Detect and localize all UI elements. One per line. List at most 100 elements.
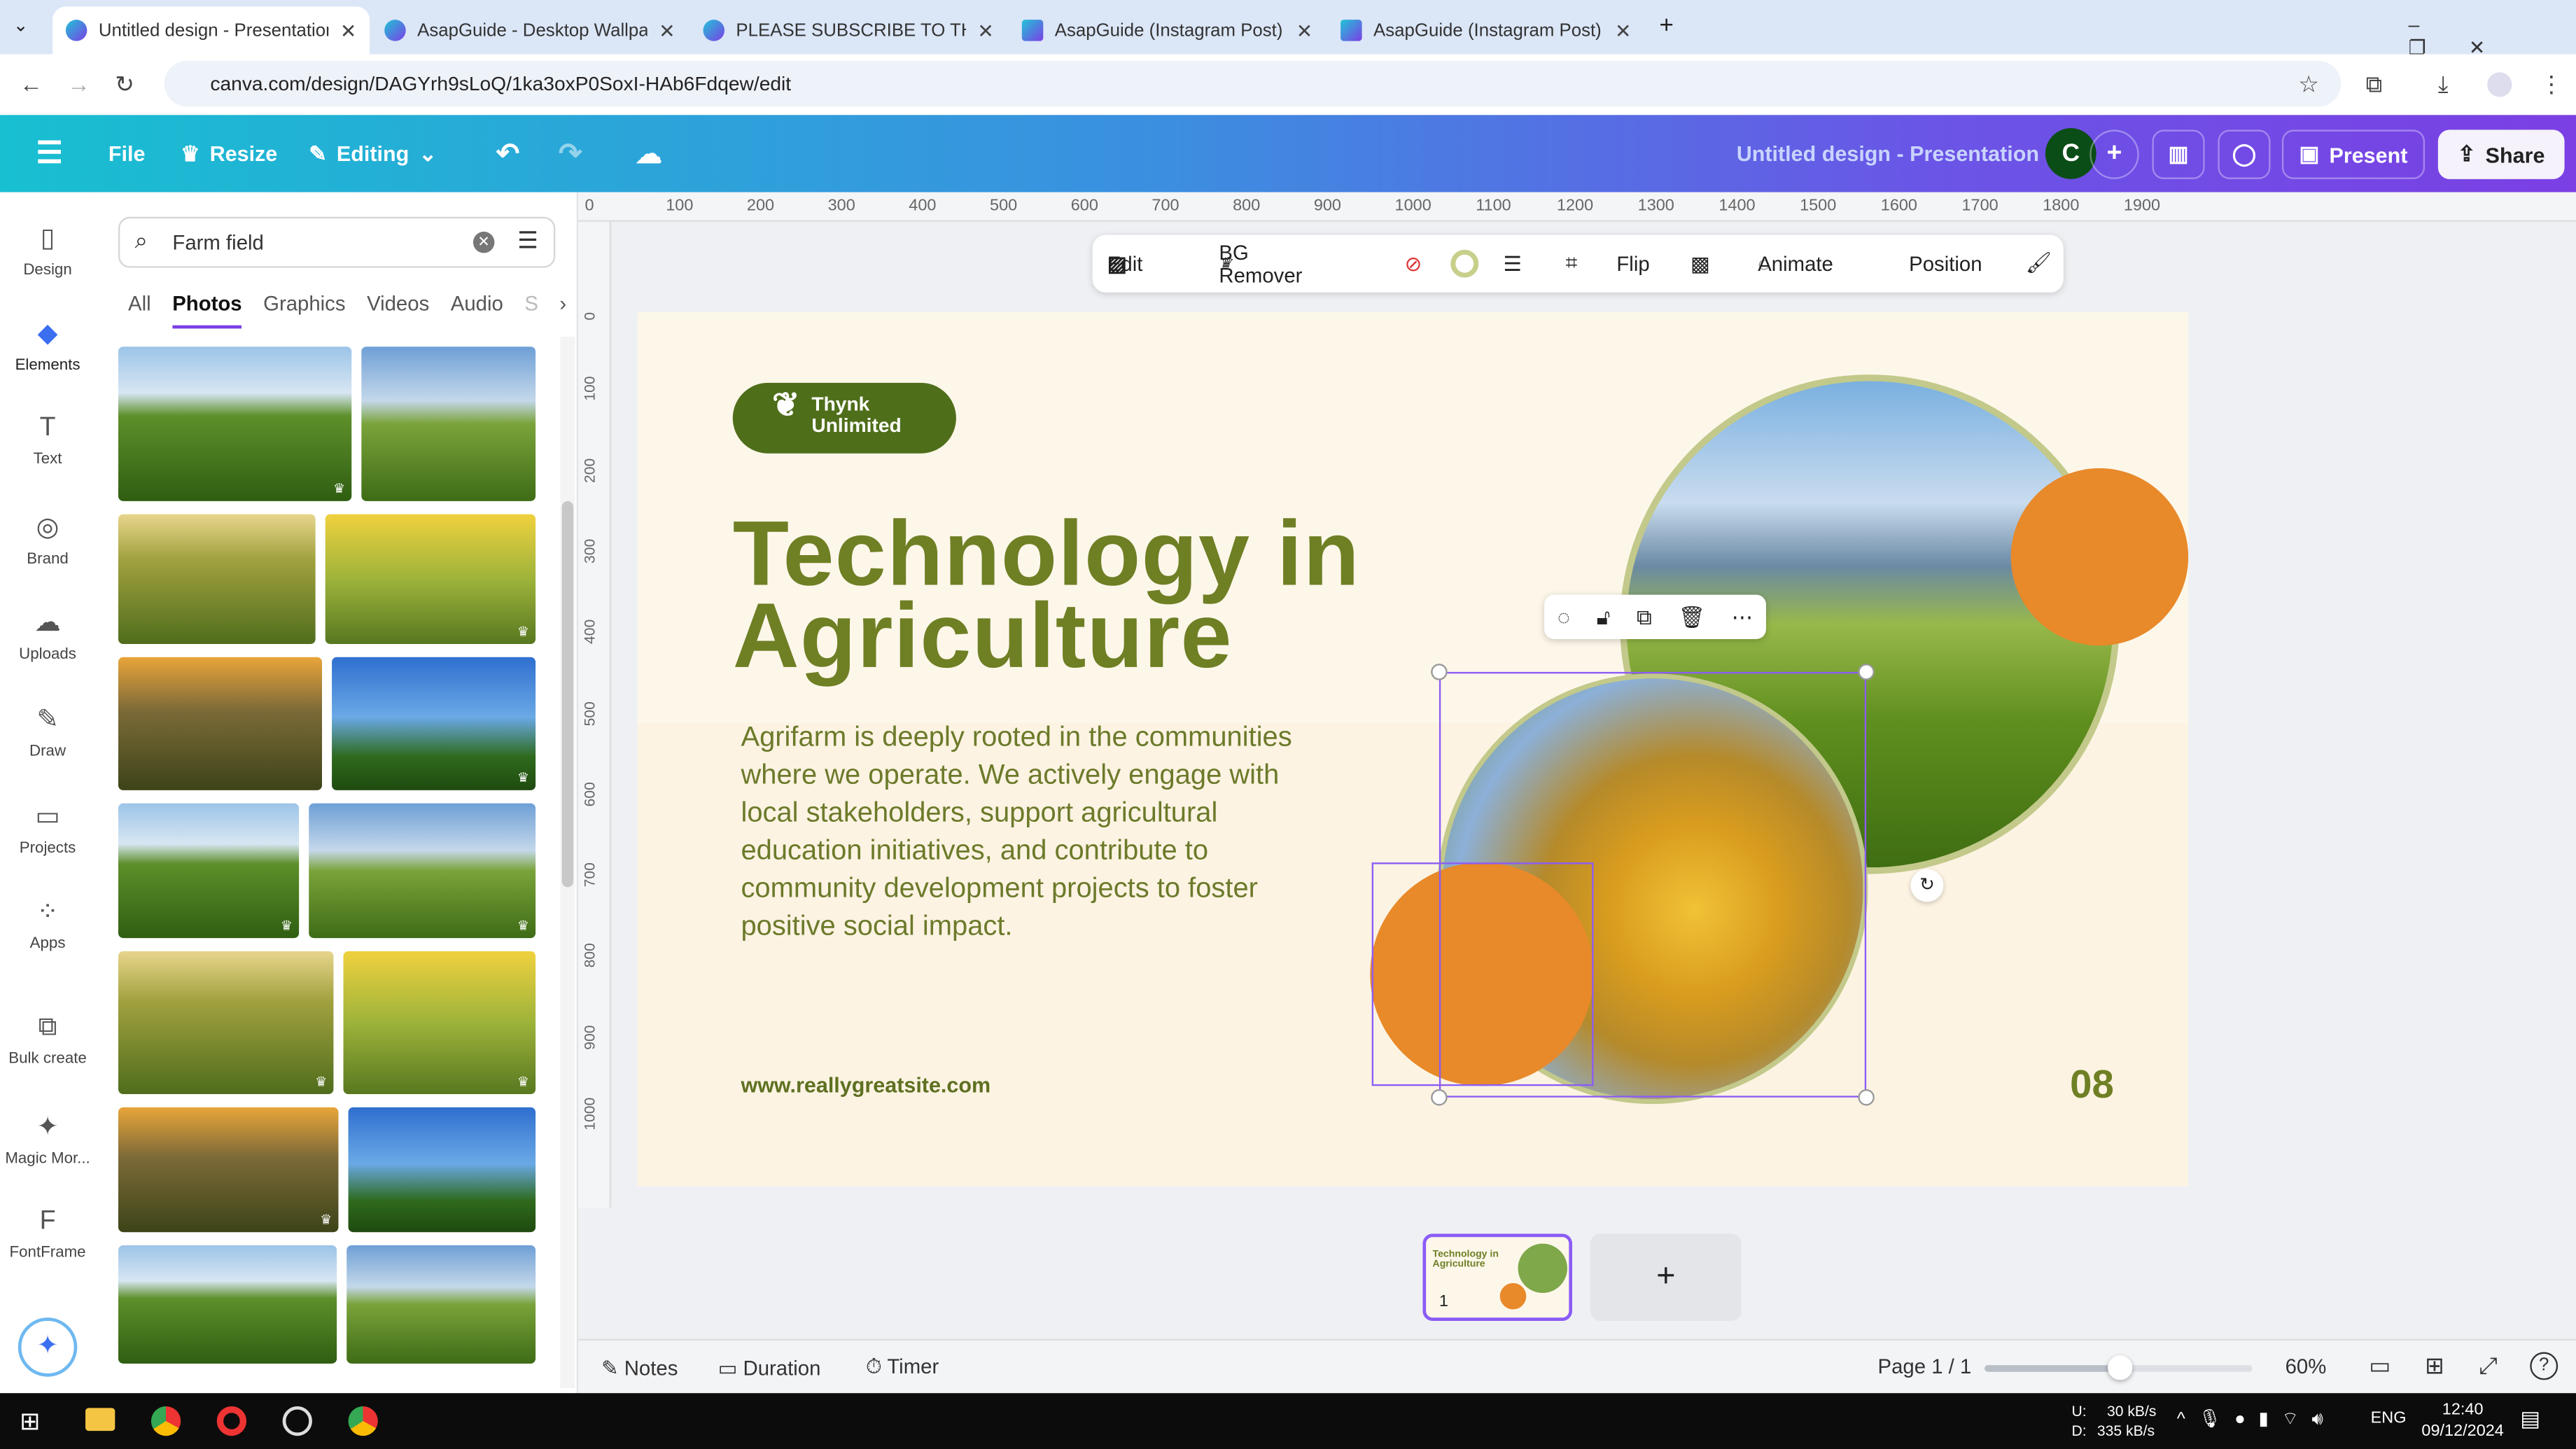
share-button[interactable]: ⇪ Share [2437,130,2565,179]
add-page-button[interactable]: + [1590,1233,1742,1321]
file-menu[interactable]: File [108,115,146,192]
clock[interactable]: 12:40 09/12/2024 [2421,1400,2503,1443]
resize-handle[interactable] [1431,664,1448,680]
comment-icon[interactable]: ◯ [2218,130,2271,179]
slide-website[interactable]: www.reallygreatsite.com [741,1073,990,1098]
browser-tab[interactable]: AsapGuide - Desktop Wallpape ✕ [371,6,688,54]
browser-tab[interactable]: PLEASE SUBSCRIBE TO THIS CH✕ [690,6,1007,54]
notifications-icon[interactable]: ▤ [2520,1406,2540,1433]
cloud-saved-icon[interactable]: ☁ [636,115,662,192]
url-input[interactable]: canva.com/design/DAGYrh9sLoQ/1ka3oxP0Sox… [164,60,2342,107]
rail-item-design[interactable]: ▯ Design [0,222,95,279]
photo-thumbnail[interactable] [361,346,536,501]
window-controls[interactable]: –❐✕ [2409,13,2576,59]
rail-item-text[interactable]: T Text [0,414,95,468]
grid-view-icon[interactable]: ⊞ [2425,1352,2444,1380]
extensions-icon[interactable]: ⧉ [2366,71,2382,99]
profile-avatar[interactable] [2487,72,2512,97]
zoom-level[interactable]: 60% [2286,1355,2327,1378]
insights-chart-icon[interactable]: ▥ [2152,130,2205,179]
photo-thumbnail[interactable]: ♛ [343,951,536,1095]
photo-thumbnail[interactable]: ♛ [118,803,300,939]
slide-title[interactable]: Technology in Agriculture [733,507,1360,681]
comment-add-icon[interactable]: ◌ [1558,605,1570,629]
app-icon[interactable] [282,1406,312,1436]
duplicate-icon[interactable]: ⧉ [1637,604,1652,631]
back-icon[interactable]: ← [20,71,43,97]
browser-tab[interactable]: AsapGuide (Instagram Post) - Y✕ [1009,6,1326,54]
duration-button[interactable]: ▭ Duration [718,1355,821,1380]
photo-thumbnail[interactable]: ♛ [118,1107,339,1233]
undo-icon[interactable]: ↶ [496,115,519,192]
reload-icon[interactable]: ↻ [115,71,134,99]
recorder-icon[interactable] [216,1406,247,1436]
menu-icon[interactable]: ⋮ [2540,71,2563,99]
bg-remover-button[interactable]: BG Remover ♛ [1219,241,1302,287]
chrome-icon[interactable] [348,1406,378,1436]
close-tab-icon[interactable]: ✕ [659,19,676,42]
tab-photos[interactable]: Photos [172,293,242,329]
browser-tab[interactable]: AsapGuide (Instagram Post) (A ✕ [1327,6,1644,54]
chrome-icon[interactable] [150,1406,181,1436]
slide[interactable]: ❦ Thynk Unlimited Technology in Agricultu… [637,312,2189,1186]
rail-item-draw[interactable]: ✎ Draw [0,703,95,760]
border-color-icon[interactable]: ⊘ [1405,251,1422,276]
delete-icon[interactable]: 🗑︎ [1678,604,1705,631]
photo-thumbnail[interactable]: ♛ [118,346,352,501]
shadow-color-swatch[interactable] [1450,249,1479,278]
tray-icons[interactable]: ^🎙︎●▮⌔🔊︎ [2177,1408,2337,1431]
copy-style-icon[interactable]: 🖌 [2026,251,2052,276]
document-title[interactable]: Untitled design - Presentation [1737,115,2039,192]
photo-thumbnail[interactable] [118,657,323,790]
new-tab-icon[interactable]: + [1659,11,1674,39]
edit-image-button[interactable]: ▨ Edit [1107,251,1143,276]
lock-icon[interactable]: 🔓︎ [1597,604,1611,631]
crop-icon[interactable]: ⌗ [1566,251,1578,276]
rail-item-fontframe[interactable]: F FontFrame [0,1208,95,1261]
photo-thumbnail[interactable] [346,1245,536,1364]
tab-all[interactable]: All [128,293,151,329]
orange-circle-large[interactable] [2010,468,2189,646]
scrollbar-thumb[interactable] [561,500,574,888]
rail-item-uploads[interactable]: ☁ Uploads [0,606,95,664]
rail-item-magic-mor-[interactable]: ✦ Magic Mor... [0,1111,95,1168]
resize-handle[interactable] [1431,1089,1448,1106]
page-view-icon[interactable]: ▭ [2369,1352,2390,1380]
notes-button[interactable]: ✎ Notes [601,1355,678,1380]
photo-thumbnail[interactable]: ♛ [118,951,334,1095]
rail-item-elements[interactable]: ◆ Elements [0,317,95,374]
panel-scrollbar[interactable] [560,337,575,1389]
tab-more[interactable]: S [524,293,538,329]
logo-badge[interactable]: ❦ Thynk Unlimited [732,382,956,454]
tab-list-chevron-icon[interactable]: ⌄ [13,15,29,36]
tab-audio[interactable]: Audio [451,293,503,329]
bookmark-star-icon[interactable]: ☆ [2298,71,2318,99]
language-indicator[interactable]: ENG [2371,1410,2407,1428]
slide-page-number[interactable]: 08 [2070,1063,2114,1109]
download-icon[interactable]: ⤓ [2438,71,2449,99]
editing-mode-dropdown[interactable]: ✎ Editing ⌄ [309,115,437,192]
rail-item-brand[interactable]: ◎ Brand [0,511,95,568]
close-tab-icon[interactable]: ✕ [1615,19,1632,42]
timer-button[interactable]: ⏱ Timer [866,1355,939,1380]
page-indicator[interactable]: Page 1 / 1 [1878,1355,1972,1378]
rail-item-projects[interactable]: ▭ Projects [0,800,95,858]
user-avatar[interactable]: C [2045,128,2096,179]
tab-graphics[interactable]: Graphics [263,293,345,329]
present-button[interactable]: ▣ Present [2281,130,2426,179]
photo-thumbnail[interactable]: ♛ [309,803,536,939]
tab-videos[interactable]: Videos [367,293,429,329]
photo-thumbnail[interactable] [348,1107,536,1233]
transparency-icon[interactable]: ▩ [1690,251,1710,276]
magic-assistant-icon[interactable]: ✦ [18,1317,78,1377]
close-tab-icon[interactable]: ✕ [1296,19,1313,42]
close-tab-icon[interactable]: ✕ [977,19,994,42]
file-explorer-icon[interactable] [85,1408,115,1432]
photo-thumbnail[interactable]: ♛ [325,514,536,645]
zoom-slider-thumb[interactable] [2106,1355,2132,1380]
redo-icon[interactable]: ↷ [559,115,582,192]
help-icon[interactable]: ? [2530,1352,2558,1380]
resize-handle[interactable] [1858,1089,1875,1106]
browser-tab[interactable]: Untitled design - Presentation ✕ [52,6,370,55]
photo-thumbnail[interactable] [118,514,316,645]
